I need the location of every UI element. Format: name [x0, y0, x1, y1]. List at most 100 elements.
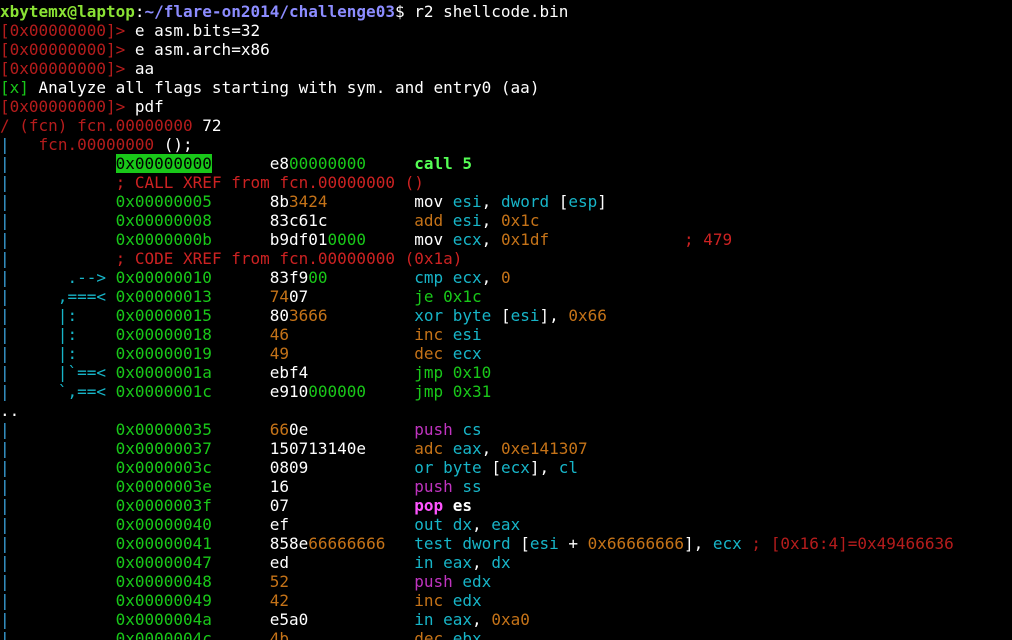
asm-token: cmp — [414, 268, 453, 287]
gutter-bar: | — [0, 211, 10, 230]
gutter-bar: | — [0, 173, 10, 192]
gutter-bar: | — [0, 363, 10, 382]
disasm-row: | 0x0000004a e5a0 in eax, 0xa0 — [0, 610, 1012, 629]
gutter-bar: | — [0, 572, 10, 591]
instruction-address: 0x0000004c — [115, 629, 212, 640]
asm-token: ], — [539, 306, 569, 325]
prompt-colon: : — [134, 2, 145, 21]
gutter-bar: | — [0, 496, 10, 515]
asm-token: edx — [452, 591, 482, 610]
function-header: / (fcn) fcn.00000000 72 — [0, 116, 1012, 135]
r2-command-line: [0x00000000]> pdf — [0, 97, 1012, 116]
asm-token: dec — [414, 629, 453, 640]
flow-arrow — [10, 553, 116, 572]
flow-arrow: |: — [9, 344, 116, 363]
flow-arrow — [10, 211, 116, 230]
disasm-row: | 0x00000005 8b3424 mov esi, dword [esp] — [0, 192, 1012, 211]
asm-token: ecx — [452, 230, 482, 249]
asm-token: in — [414, 610, 444, 629]
asm-token: pop — [414, 496, 453, 515]
asm-token: ebx — [452, 629, 482, 640]
asm-token: ], — [683, 534, 713, 553]
asm-token: push — [414, 420, 463, 439]
asm-token: edx — [462, 572, 492, 591]
instruction-address: 0x00000018 — [115, 325, 212, 344]
gutter-bar: | — [0, 306, 10, 325]
opcode-bytes: 74 — [269, 287, 289, 306]
disasm-row: | |: 0x00000019 49 dec ecx — [0, 344, 1012, 363]
instruction-address: 0x00000037 — [115, 439, 212, 458]
prompt-path: ~/flare-on2014/challenge03 — [144, 2, 395, 21]
analysis-output: [x] Analyze all flags starting with sym.… — [0, 78, 1012, 97]
asm-token: [ — [558, 192, 569, 211]
asm-token: dec — [414, 344, 453, 363]
asm-comment: ; 479 — [549, 230, 733, 249]
asm-token: [ — [520, 534, 530, 553]
asm-token: xor — [414, 306, 453, 325]
gutter-bar: | — [0, 458, 10, 477]
flow-arrow: |: — [9, 306, 116, 325]
flow-arrow — [10, 420, 116, 439]
function-header-label: / (fcn) fcn.00000000 — [0, 116, 193, 135]
opcode-bytes: 8b — [269, 192, 289, 211]
asm-token: , — [481, 230, 501, 249]
disasm-row: | 0x00000000 e800000000 call 5 — [0, 154, 1012, 173]
disasm-row: | 0x00000047 ed in eax, dx — [0, 553, 1012, 572]
asm-token: es — [452, 496, 473, 515]
gutter-bar: | — [0, 382, 10, 401]
instruction-address: 0x00000008 — [115, 211, 212, 230]
terminal-window[interactable]: xbytemx@laptop:~/flare-on2014/challenge0… — [0, 0, 1012, 640]
asm-token: , — [472, 553, 492, 572]
asm-token: 0x66666666 — [587, 534, 684, 553]
disasm-row: | ,===< 0x00000013 7407 je 0x1c — [0, 287, 1012, 306]
flow-arrow — [10, 458, 116, 477]
asm-token: [ — [491, 458, 501, 477]
flow-arrow — [10, 230, 116, 249]
opcode-bytes: 46 — [269, 325, 289, 344]
instruction-address: 0x00000005 — [115, 192, 212, 211]
gutter-bar: | — [0, 154, 10, 173]
gutter-bar: | — [0, 477, 10, 496]
asm-token: cs — [462, 420, 482, 439]
asm-token: 0xa0 — [491, 610, 530, 629]
asm-token: jmp 0x31 — [414, 382, 492, 401]
analysis-text: Analyze all flags starting with sym. and… — [28, 78, 540, 97]
opcode-bytes: 42 — [269, 591, 289, 610]
gutter-bar: | — [0, 268, 10, 287]
asm-token: 0x66 — [568, 306, 607, 325]
shell-command: r2 shellcode.bin — [414, 2, 569, 21]
asm-token: call 5 — [414, 154, 473, 173]
instruction-address: 0x00000035 — [115, 420, 212, 439]
opcode-bytes: 07 — [269, 496, 289, 515]
r2-prompt: [0x00000000]> — [0, 21, 135, 40]
flow-arrow: |`==< — [9, 363, 116, 382]
flow-arrow — [10, 610, 116, 629]
opcode-bytes: 3424 — [289, 192, 328, 211]
opcode-bytes: 4b — [269, 629, 289, 640]
disasm-row: | 0x00000041 858e66666666 test dword [es… — [0, 534, 1012, 553]
xref-comment-line: | ; CODE XREF from fcn.00000000 (0x1a) — [0, 249, 1012, 268]
disasm-row: | 0x0000000b b9df010000 mov ecx, 0x1df ;… — [0, 230, 1012, 249]
opcode-bytes: 150713140e — [269, 439, 367, 458]
